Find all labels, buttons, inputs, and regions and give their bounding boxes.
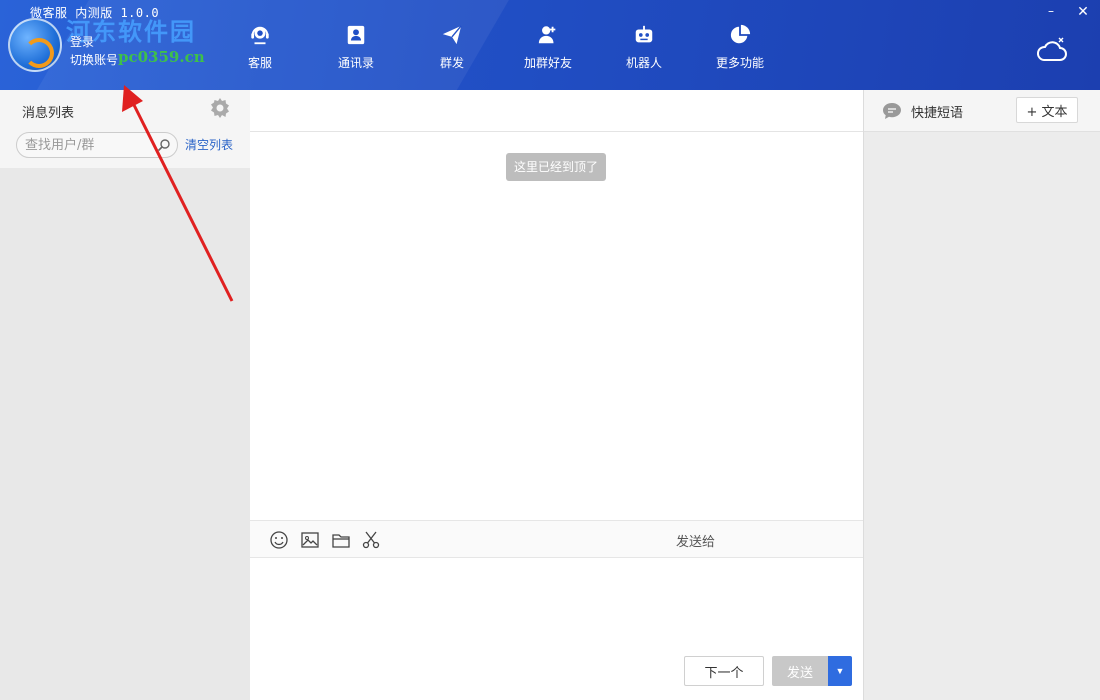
search-input[interactable] (17, 133, 153, 157)
nav-label: 通讯录 (337, 56, 374, 70)
login-link[interactable]: 登录 (70, 33, 94, 50)
quick-phrases-title: 快捷短语 (911, 106, 964, 121)
search-icon[interactable] (157, 138, 171, 152)
next-button[interactable]: 下一个 (684, 656, 764, 686)
minimize-button[interactable]: – (1044, 4, 1058, 18)
message-list-header: 消息列表 清空列表 (0, 90, 250, 168)
nav-robot[interactable]: 机器人 (604, 24, 684, 71)
send-to-label[interactable]: 发送给 (676, 531, 715, 550)
folder-icon[interactable] (331, 530, 351, 550)
quick-phrases-header: 快捷短语 + 文本 (864, 90, 1100, 132)
message-list-panel: 消息列表 清空列表 (0, 90, 250, 700)
robot-icon (604, 24, 684, 48)
chat-panel: 这里已经到顶了 发送给 下一个 发送 ▼ (250, 90, 863, 700)
nav-broadcast[interactable]: 群发 (412, 24, 492, 71)
emoji-icon[interactable] (269, 530, 289, 550)
message-input[interactable] (250, 558, 863, 650)
cloud-disconnected-icon[interactable] (1036, 36, 1068, 68)
message-list-title: 消息列表 (22, 106, 75, 121)
title-bar: 微客服 内测版 1.0.0 河东软件园 pc0359.cn 登录 切换账号 客服… (0, 0, 1100, 90)
headset-icon (220, 24, 300, 48)
close-button[interactable]: ✕ (1076, 4, 1090, 20)
nav-label: 加群好友 (523, 56, 572, 70)
send-plane-icon (412, 24, 492, 48)
nav-customer-service[interactable]: 客服 (220, 24, 300, 71)
chat-bubble-icon (883, 103, 901, 119)
search-box (16, 132, 178, 158)
contacts-icon (316, 24, 396, 48)
send-options-dropdown[interactable]: ▼ (828, 656, 852, 686)
add-text-button[interactable]: + 文本 (1016, 97, 1078, 123)
nav-more-features[interactable]: 更多功能 (700, 24, 780, 71)
pie-chart-icon (700, 24, 780, 48)
quick-phrases-panel: 快捷短语 + 文本 (863, 90, 1100, 700)
gear-icon[interactable] (208, 96, 232, 120)
image-icon[interactable] (300, 530, 320, 550)
nav-label: 客服 (247, 56, 272, 70)
nav-label: 机器人 (625, 56, 662, 70)
top-reached-notice: 这里已经到顶了 (506, 153, 607, 181)
chat-header (250, 90, 863, 132)
send-button[interactable]: 发送 (772, 656, 828, 686)
nav-contacts[interactable]: 通讯录 (316, 24, 396, 71)
add-friend-icon (508, 24, 588, 48)
nav-add-group-friends[interactable]: 加群好友 (508, 24, 588, 71)
avatar[interactable] (8, 18, 62, 72)
clear-list-link[interactable]: 清空列表 (185, 136, 233, 153)
nav-label: 群发 (439, 56, 464, 70)
watermark-url: pc0359.cn (118, 48, 205, 66)
scissors-icon[interactable] (361, 530, 381, 550)
chat-toolbar: 发送给 (250, 520, 863, 558)
switch-account-link[interactable]: 切换账号 (70, 51, 118, 68)
nav-label: 更多功能 (715, 56, 764, 70)
